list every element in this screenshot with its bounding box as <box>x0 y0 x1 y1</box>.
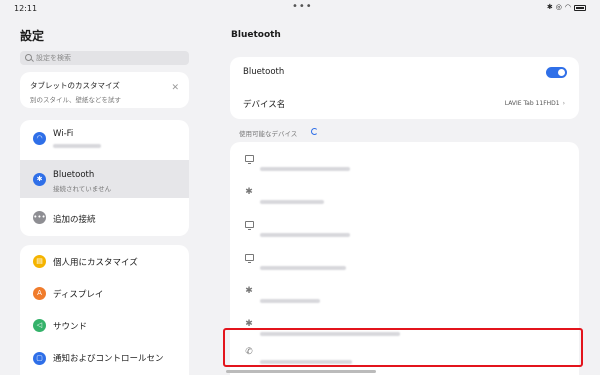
customize-icon: ▤ <box>33 255 46 268</box>
highlight-box <box>223 328 583 367</box>
bluetooth-toggle-row[interactable]: Bluetooth <box>230 57 579 88</box>
bluetooth-status-icon: ✱ <box>546 3 553 11</box>
device-row[interactable]: ✱ <box>230 274 579 307</box>
device-name-label: デバイス名 <box>243 100 286 110</box>
sidebar-item-more-connections[interactable]: ••• 追加の接続 <box>20 200 189 236</box>
monitor-icon <box>243 252 255 264</box>
monitor-icon <box>243 219 255 231</box>
display-icon: A <box>33 287 46 300</box>
device-name-blurred <box>260 288 320 307</box>
promo-title: タブレットのカスタマイズ <box>30 81 120 90</box>
wifi-status-icon: ◠ <box>564 3 571 11</box>
network-group: ◠ Wi-Fi ✱ Bluetooth 接続されていません ••• 追加の接続 <box>20 120 189 236</box>
detail-title: Bluetooth <box>231 30 281 40</box>
sidebar-item-wifi[interactable]: ◠ Wi-Fi <box>20 120 189 158</box>
sidebar-item-label: Bluetooth <box>53 170 95 180</box>
sidebar-item-label: 通知およびコントロールセン <box>53 354 164 364</box>
device-name-value: LAVIE Tab 11FHD1 › <box>504 100 565 107</box>
page-title: 設定 <box>20 29 45 43</box>
sidebar-item-label: サウンド <box>53 322 88 332</box>
bluetooth-toggle[interactable] <box>546 67 567 78</box>
promo-subtitle: 別のスタイル、壁紙などを試す <box>30 96 121 104</box>
sidebar-item-label: ディスプレイ <box>53 290 104 300</box>
mute-status-icon: ◎ <box>555 3 562 11</box>
search-input[interactable]: 設定を検索 <box>20 51 189 65</box>
monitor-icon <box>243 153 255 165</box>
device-row[interactable]: ✱ <box>230 175 579 208</box>
notification-icon: ▢ <box>33 352 46 365</box>
sidebar-item-notifications[interactable]: ▢ 通知およびコントロールセン <box>20 341 189 375</box>
personal-group: ▤ 個人用にカスタマイズ A ディスプレイ ◁ サウンド ▢ 通知およびコントロ… <box>20 245 189 375</box>
more-connections-icon: ••• <box>33 211 46 224</box>
bluetooth-settings-card: Bluetooth デバイス名 LAVIE Tab 11FHD1 › <box>230 57 579 119</box>
scanning-spinner-icon <box>311 128 318 135</box>
sound-icon: ◁ <box>33 319 46 332</box>
sidebar-item-bluetooth[interactable]: ✱ Bluetooth 接続されていません <box>20 160 189 198</box>
device-name-blurred <box>260 222 350 241</box>
search-icon <box>25 54 32 61</box>
bluetooth-label: Bluetooth <box>243 67 285 77</box>
home-indicator <box>226 370 376 373</box>
close-icon[interactable]: ✕ <box>171 83 179 93</box>
device-name-blurred <box>260 255 346 274</box>
multitask-dots-icon[interactable]: ••• <box>292 1 313 12</box>
bluetooth-icon: ✱ <box>245 286 253 296</box>
sidebar-item-label: Wi-Fi <box>53 129 74 139</box>
bluetooth-icon: ✱ <box>33 173 46 186</box>
customize-promo-card[interactable]: タブレットのカスタマイズ 別のスタイル、壁紙などを試す ✕ <box>20 72 189 108</box>
settings-sidebar: 設定 設定を検索 タブレットのカスタマイズ 別のスタイル、壁紙などを試す ✕ ◠… <box>0 0 208 375</box>
wifi-status-blurred <box>53 142 101 150</box>
battery-icon <box>574 4 586 11</box>
device-name-row[interactable]: デバイス名 LAVIE Tab 11FHD1 › <box>230 88 579 119</box>
device-name-blurred <box>260 189 324 208</box>
sidebar-item-label: 追加の接続 <box>53 215 96 225</box>
sidebar-item-label: 個人用にカスタマイズ <box>53 258 138 268</box>
status-icons: ✱ ◎ ◠ <box>547 3 586 12</box>
wifi-icon: ◠ <box>33 132 46 145</box>
search-placeholder: 設定を検索 <box>36 54 71 62</box>
available-devices-label: 使用可能なデバイス <box>239 130 298 138</box>
chevron-right-icon: › <box>562 100 565 107</box>
device-row[interactable] <box>230 241 579 274</box>
device-name-blurred <box>260 156 350 175</box>
sidebar-item-sub: 接続されていません <box>53 185 112 193</box>
device-row[interactable] <box>230 208 579 241</box>
bluetooth-icon: ✱ <box>245 187 253 197</box>
device-row[interactable] <box>230 142 579 175</box>
